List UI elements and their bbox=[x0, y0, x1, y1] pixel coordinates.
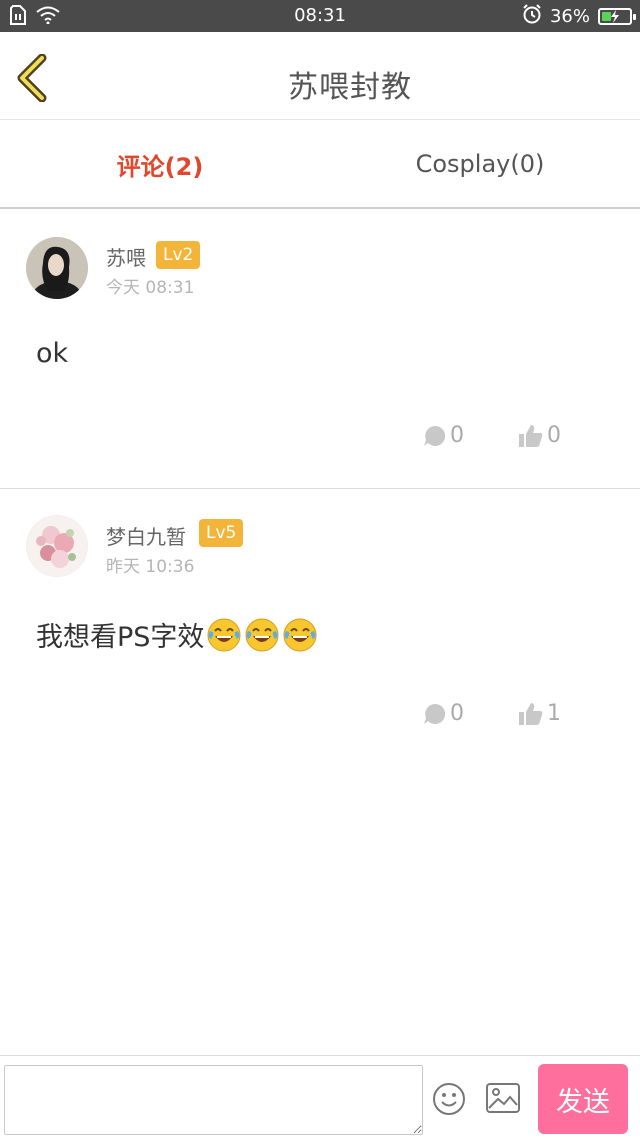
comment-icon bbox=[424, 703, 446, 724]
status-bar: 08:31 36% bbox=[0, 0, 640, 32]
status-right: 36% bbox=[522, 4, 636, 29]
send-button[interactable]: 发送 bbox=[538, 1064, 628, 1134]
like-button[interactable]: 1 bbox=[518, 701, 561, 726]
tab-bar: 评论(2) Cosplay(0) bbox=[0, 121, 640, 209]
reply-button[interactable]: 0 bbox=[423, 423, 464, 448]
comment-composer: 发送 bbox=[0, 1055, 640, 1138]
comment-username[interactable]: 梦白九暂 bbox=[106, 521, 186, 550]
laughing-tears-emoji bbox=[244, 617, 280, 660]
comment-text: ok bbox=[36, 338, 69, 369]
laughing-tears-emoji bbox=[206, 617, 242, 660]
battery-percent: 36% bbox=[549, 6, 590, 27]
like-button[interactable]: 0 bbox=[518, 423, 561, 448]
avatar[interactable] bbox=[26, 237, 88, 299]
like-count: 0 bbox=[547, 423, 561, 448]
comment-item: 苏喂 Lv2 今天 08:31 ok 0 0 bbox=[0, 210, 640, 488]
comment-time: 昨天 10:36 bbox=[106, 557, 195, 577]
level-badge: Lv5 bbox=[199, 519, 244, 547]
thumbs-up-icon bbox=[519, 424, 543, 447]
tab-comments[interactable]: 评论(2) bbox=[0, 121, 320, 207]
reply-count: 0 bbox=[450, 423, 464, 448]
comment-input[interactable] bbox=[4, 1065, 423, 1135]
thumbs-up-icon bbox=[519, 702, 543, 725]
image-button[interactable] bbox=[486, 1083, 520, 1117]
emoji-group bbox=[204, 618, 318, 653]
level-badge: Lv2 bbox=[156, 241, 201, 269]
comment-text: 我想看PS字效 bbox=[36, 615, 318, 660]
image-icon bbox=[486, 1083, 520, 1113]
laughing-tears-emoji bbox=[282, 617, 318, 660]
avatar[interactable] bbox=[26, 515, 88, 577]
tab-cosplay[interactable]: Cosplay(0) bbox=[320, 121, 640, 207]
comment-icon bbox=[424, 425, 446, 446]
alarm-icon bbox=[522, 4, 542, 29]
header: 苏喂封教 bbox=[0, 32, 640, 120]
comment-item: 梦白九暂 Lv5 昨天 10:36 我想看PS字效 0 1 bbox=[0, 489, 640, 769]
reply-count: 0 bbox=[450, 701, 464, 726]
page-title: 苏喂封教 bbox=[288, 70, 412, 105]
battery-icon bbox=[598, 8, 636, 25]
reply-button[interactable]: 0 bbox=[423, 701, 464, 726]
like-count: 1 bbox=[547, 701, 561, 726]
smiley-icon bbox=[433, 1083, 465, 1115]
comment-username[interactable]: 苏喂 bbox=[106, 242, 146, 271]
emoji-button[interactable] bbox=[432, 1082, 466, 1120]
comment-time: 今天 08:31 bbox=[106, 278, 195, 298]
